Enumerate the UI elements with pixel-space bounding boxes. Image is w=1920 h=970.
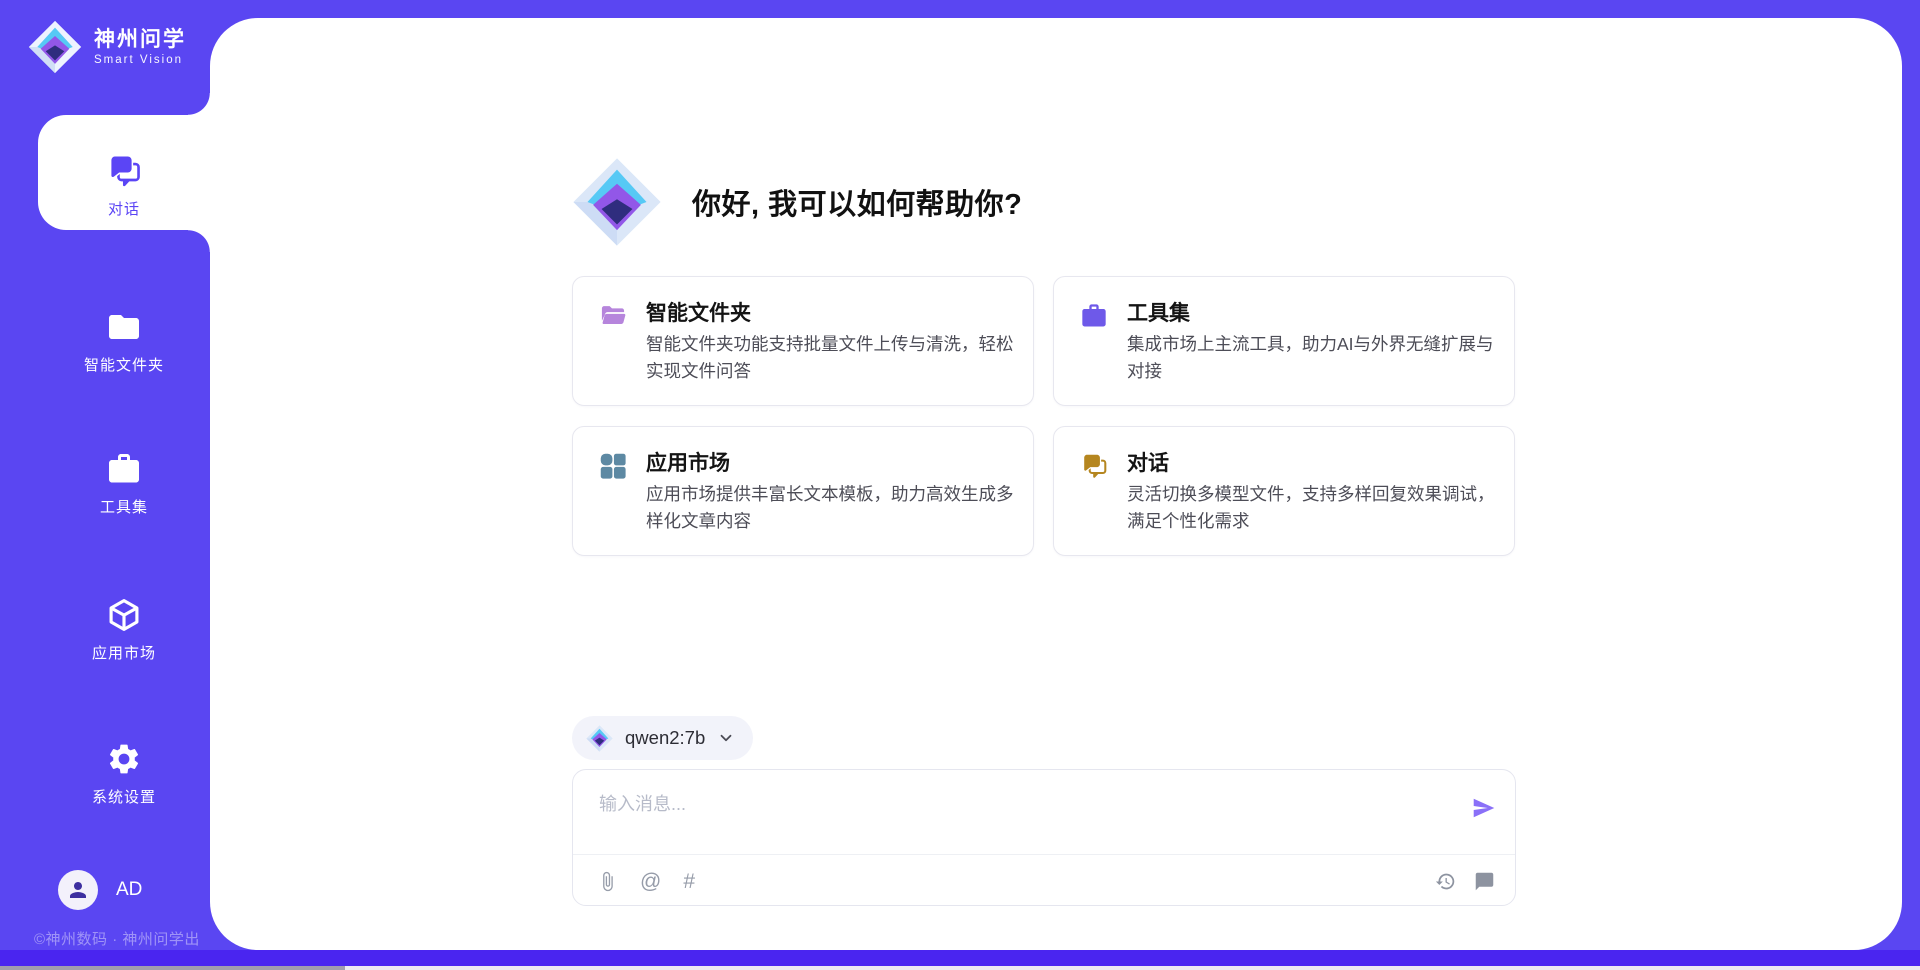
gem-diamond-icon <box>28 20 82 74</box>
main-panel: 你好, 我可以如何帮助你? 智能文件夹 智能文件夹功能支持批量文件上传与清洗，轻… <box>210 18 1902 950</box>
app-subtitle: Smart Vision <box>94 54 186 66</box>
card-title: 应用市场 <box>646 447 730 477</box>
sidebar-item-label: 应用市场 <box>92 642 156 663</box>
folder-icon <box>106 309 142 345</box>
toolbox-icon <box>1080 302 1108 330</box>
person-icon <box>66 878 90 902</box>
card-title: 对话 <box>1127 447 1169 477</box>
chat-icon <box>1080 452 1108 480</box>
sidebar: 神州问学 Smart Vision 对话 智能文件夹 工具集 应用市场 <box>0 0 210 970</box>
card-smart-folder[interactable]: 智能文件夹 智能文件夹功能支持批量文件上传与清洗，轻松实现文件问答 <box>572 276 1034 406</box>
app-name: 神州问学 <box>94 28 186 52</box>
sidebar-item-app-market[interactable]: 应用市场 <box>38 584 210 676</box>
composer-toolbar: @ # <box>597 866 1495 896</box>
gear-icon <box>106 741 142 777</box>
send-button[interactable] <box>1469 794 1499 824</box>
card-description: 智能文件夹功能支持批量文件上传与清洗，轻松实现文件问答 <box>646 331 1014 385</box>
mention-icon[interactable]: @ <box>640 868 661 894</box>
greeting-text: 你好, 我可以如何帮助你? <box>692 181 1022 223</box>
active-nav-fillet-bottom <box>188 230 210 252</box>
card-title: 智能文件夹 <box>646 297 751 327</box>
avatar <box>58 870 98 910</box>
sidebar-item-smart-folder[interactable]: 智能文件夹 <box>38 296 210 388</box>
feature-cards: 智能文件夹 智能文件夹功能支持批量文件上传与清洗，轻松实现文件问答 工具集 集成… <box>572 276 1516 556</box>
topic-icon[interactable]: # <box>683 868 695 894</box>
card-app-market[interactable]: 应用市场 应用市场提供丰富长文本模板，助力高效生成多样化文章内容 <box>572 426 1034 556</box>
card-chat[interactable]: 对话 灵活切换多模型文件，支持多样回复效果调试，满足个性化需求 <box>1053 426 1515 556</box>
folder-open-icon <box>599 302 627 330</box>
grid-icon <box>599 452 627 480</box>
cube-icon <box>106 597 142 633</box>
model-selector[interactable]: qwen2:7b <box>572 716 753 760</box>
chevron-down-icon <box>717 729 735 747</box>
send-icon <box>1471 795 1497 821</box>
card-toolbox[interactable]: 工具集 集成市场上主流工具，助力AI与外界无缝扩展与对接 <box>1053 276 1515 406</box>
active-nav-fillet-top <box>188 93 210 115</box>
history-icon[interactable] <box>1435 868 1456 894</box>
composer-divider <box>573 854 1515 855</box>
card-title: 工具集 <box>1127 297 1190 327</box>
sidebar-item-settings[interactable]: 系统设置 <box>38 728 210 820</box>
message-composer: @ # <box>572 769 1516 906</box>
greeting: 你好, 我可以如何帮助你? <box>572 156 1022 248</box>
sidebar-item-label: 工具集 <box>100 496 148 517</box>
user-name: AD <box>116 879 142 901</box>
message-input[interactable] <box>597 788 1461 844</box>
bottom-accent-band <box>0 950 1920 966</box>
sidebar-item-label: 对话 <box>108 198 140 219</box>
user-profile[interactable]: AD <box>58 870 142 910</box>
attach-icon[interactable] <box>597 868 618 894</box>
card-description: 应用市场提供丰富长文本模板，助力高效生成多样化文章内容 <box>646 481 1014 535</box>
model-name: qwen2:7b <box>625 727 705 749</box>
gem-diamond-icon <box>586 725 613 752</box>
horizontal-scrollbar[interactable] <box>0 966 1920 970</box>
card-description: 集成市场上主流工具，助力AI与外界无缝扩展与对接 <box>1127 331 1495 385</box>
sidebar-item-chat[interactable]: 对话 <box>38 140 210 232</box>
sidebar-item-label: 智能文件夹 <box>84 354 164 375</box>
card-description: 灵活切换多模型文件，支持多样回复效果调试，满足个性化需求 <box>1127 481 1495 535</box>
scrollbar-thumb[interactable] <box>0 966 345 970</box>
toolbox-icon <box>106 451 142 487</box>
sidebar-item-label: 系统设置 <box>92 786 156 807</box>
chat-icon <box>106 153 142 189</box>
message-icon[interactable] <box>1474 868 1495 894</box>
app-logo: 神州问学 Smart Vision <box>28 20 186 74</box>
gem-diamond-icon <box>572 157 662 247</box>
sidebar-item-toolbox[interactable]: 工具集 <box>38 438 210 530</box>
